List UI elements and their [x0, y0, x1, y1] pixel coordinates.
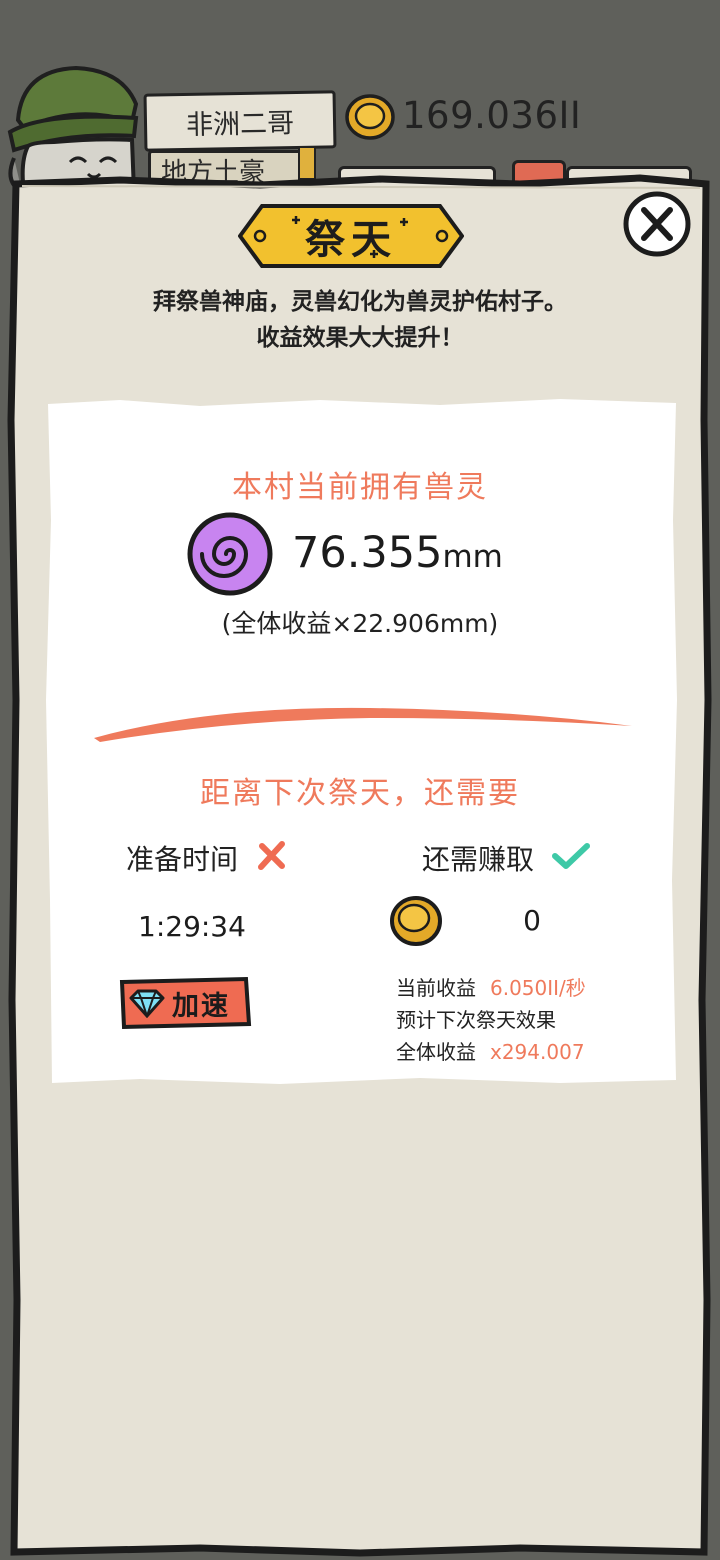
spirit-orb-icon [187, 512, 273, 596]
owned-heading: 本村当前拥有兽灵 [232, 470, 488, 505]
current-income-label: 当前收益 [396, 976, 476, 1000]
spirit-number: 76.355 [292, 528, 443, 578]
current-income-value: 6.050II/秒 [490, 976, 586, 1000]
speed-up-label: 加速 [172, 991, 230, 1022]
forecast-label: 预计下次祭天效果 [396, 1008, 556, 1032]
earn-needed-label: 还需赚取 [422, 843, 535, 876]
prep-timer: 1:29:34 [138, 910, 246, 943]
gold-coin-icon [390, 896, 442, 946]
brush-divider [94, 707, 632, 742]
prep-time-label: 准备时间 [126, 843, 239, 876]
bonus-text: (全体收益×22.906mm) [221, 609, 499, 638]
cross-icon [258, 841, 285, 870]
total-income-row: 全体收益 x294.007 [396, 1036, 585, 1065]
total-income-value: x294.007 [490, 1040, 585, 1064]
diamond-icon [129, 989, 165, 1018]
check-icon [552, 843, 590, 869]
earn-needed-value: 0 [523, 904, 541, 937]
speed-up-button[interactable]: 加速 [118, 976, 252, 1030]
total-income-label: 全体收益 [396, 1040, 476, 1064]
current-income-row: 当前收益 6.050II/秒 [396, 972, 586, 1001]
spirit-amount: 76.355mm [292, 528, 503, 578]
next-heading: 距离下次祭天，还需要 [200, 776, 520, 811]
spirit-unit: mm [442, 539, 503, 575]
